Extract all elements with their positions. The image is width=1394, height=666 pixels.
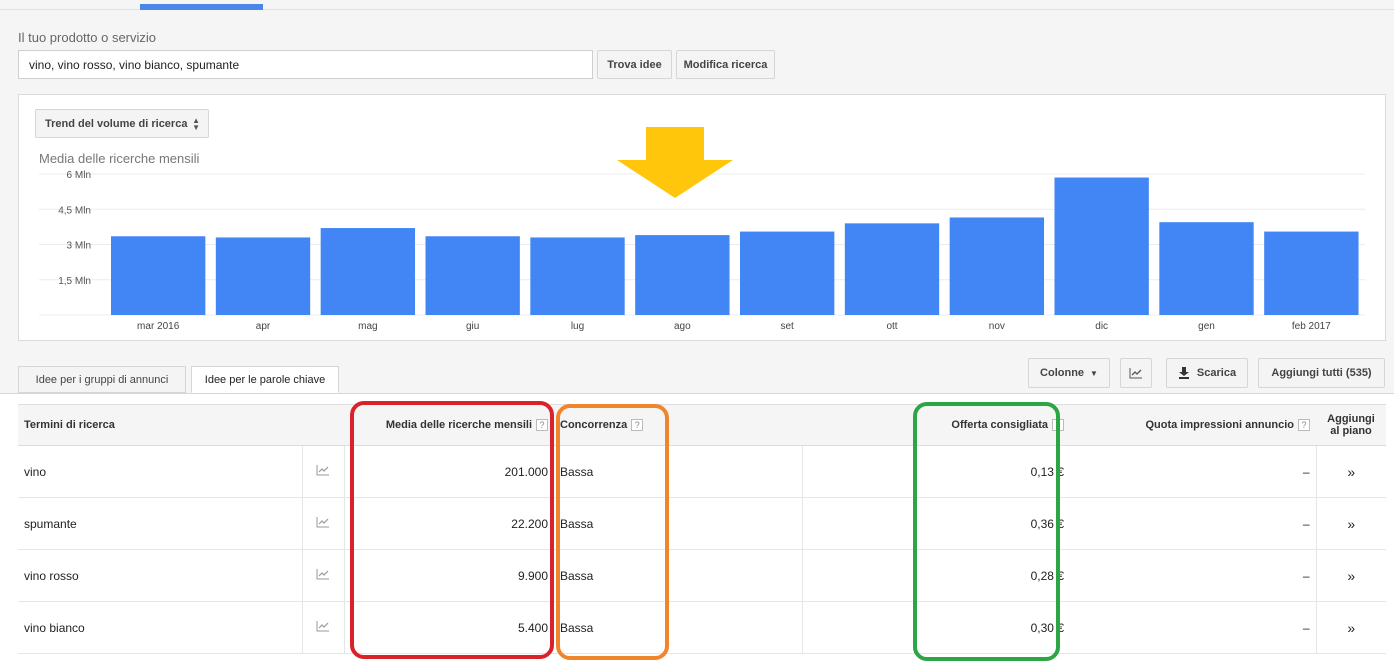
- add-all-button[interactable]: Aggiungi tutti (535): [1258, 358, 1385, 388]
- x-tick-label: feb 2017: [1292, 321, 1331, 332]
- table-row: vino rosso 9.900 Bassa 0,28 € –»: [18, 549, 1386, 602]
- columns-dropdown[interactable]: Colonne ▼: [1028, 358, 1110, 388]
- mini-trend-icon: [316, 517, 329, 528]
- keyword-ideas-table: Termini di ricerca Media delle ricerche …: [18, 404, 1386, 654]
- x-tick-label: set: [781, 321, 795, 332]
- x-tick-label: gen: [1198, 321, 1215, 332]
- line-chart-icon: [1129, 368, 1142, 379]
- chart-bar[interactable]: [844, 223, 940, 315]
- product-label: Il tuo prodotto o servizio: [18, 30, 157, 45]
- header-trend: [302, 404, 344, 446]
- cell-impression-share: –: [1070, 497, 1316, 550]
- y-tick-label: 1,5 Mln: [58, 276, 91, 287]
- download-label: Scarica: [1196, 367, 1237, 379]
- highlight-suggested-bid: [913, 402, 1060, 661]
- y-tick-label: 3 Mln: [67, 241, 91, 252]
- header-add-to-plan: Aggiungi al piano: [1316, 404, 1386, 446]
- x-tick-label: dic: [1095, 321, 1108, 332]
- chart-bars: [111, 177, 1359, 315]
- search-volume-chart-panel: Trend del volume di ricerca ▲ ▼ Media del…: [18, 94, 1386, 341]
- chart-bar[interactable]: [320, 228, 416, 315]
- cell-term: vino bianco: [18, 601, 302, 654]
- header-term[interactable]: Termini di ricerca: [18, 404, 302, 446]
- x-tick-label: apr: [256, 321, 271, 332]
- download-icon: [1178, 367, 1189, 379]
- x-tick-label: mag: [358, 321, 377, 332]
- chart-bar[interactable]: [215, 237, 311, 315]
- chart-bar[interactable]: [530, 237, 625, 315]
- chart-bar[interactable]: [740, 231, 835, 315]
- caret-down-icon: ▼: [1090, 368, 1098, 378]
- add-to-plan-button[interactable]: »: [1315, 549, 1386, 602]
- y-tick-label: 4,5 Mln: [58, 205, 91, 216]
- row-trend-button[interactable]: [301, 445, 344, 498]
- chart-bar[interactable]: [1264, 231, 1359, 315]
- x-tick-label: mar 2016: [137, 321, 180, 332]
- highlight-avg-searches: [350, 401, 554, 659]
- cell-term: spumante: [18, 497, 302, 550]
- row-trend-button[interactable]: [301, 549, 344, 602]
- columns-label: Colonne: [1040, 367, 1085, 379]
- cell-term: vino rosso: [18, 549, 302, 602]
- chart-bar[interactable]: [949, 217, 1045, 315]
- mini-trend-icon: [316, 621, 329, 632]
- search-volume-bar-chart: 1,5 Mln 3 Mln 4,5 Mln 6 Mln mar 2016 apr mag gi…: [39, 127, 1365, 332]
- chart-bar[interactable]: [1054, 177, 1149, 315]
- add-to-plan-button[interactable]: »: [1315, 445, 1386, 498]
- chart-bar[interactable]: [111, 236, 206, 315]
- row-trend-button[interactable]: [301, 601, 344, 654]
- tab-ad-group-ideas[interactable]: Idee per i gruppi di annunci: [18, 366, 186, 393]
- find-ideas-button[interactable]: Trova idee: [597, 50, 672, 79]
- x-tick-label: lug: [571, 321, 584, 332]
- x-tick-label: ott: [886, 321, 897, 332]
- row-trend-button[interactable]: [301, 497, 344, 550]
- download-button[interactable]: Scarica: [1166, 358, 1248, 388]
- cell-impression-share: –: [1070, 445, 1316, 498]
- header-impression-share[interactable]: Quota impressioni annuncio?: [1070, 404, 1316, 446]
- annotation-arrow-icon: [617, 127, 733, 198]
- add-to-plan-button[interactable]: »: [1315, 497, 1386, 550]
- chart-bar[interactable]: [635, 235, 730, 315]
- table-row: spumante 22.200 Bassa 0,36 € –»: [18, 497, 1386, 550]
- mini-trend-icon: [316, 569, 329, 580]
- chart-toggle-button[interactable]: [1120, 358, 1152, 388]
- cell-term: vino: [18, 445, 302, 498]
- x-tick-label: giu: [466, 321, 479, 332]
- y-tick-label: 6 Mln: [67, 170, 91, 181]
- help-icon[interactable]: ?: [1298, 419, 1310, 432]
- highlight-competition: [556, 404, 669, 660]
- x-tick-label: nov: [989, 321, 1005, 332]
- table-header-row: Termini di ricerca Media delle ricerche …: [18, 404, 1386, 446]
- mini-trend-icon: [316, 465, 329, 476]
- cell-impression-share: –: [1070, 549, 1316, 602]
- modify-search-button[interactable]: Modifica ricerca: [676, 50, 775, 79]
- chart-bar[interactable]: [425, 236, 520, 315]
- add-to-plan-button[interactable]: »: [1315, 601, 1386, 654]
- table-row: vino 201.000 Bassa 0,13 € –»: [18, 445, 1386, 498]
- tab-keyword-ideas[interactable]: Idee per le parole chiave: [191, 366, 339, 393]
- product-search-input[interactable]: [18, 50, 593, 79]
- chart-bar[interactable]: [1159, 222, 1254, 315]
- active-tab-indicator: [140, 4, 263, 10]
- x-tick-label: ago: [674, 321, 691, 332]
- table-row: vino bianco 5.400 Bassa 0,30 € –»: [18, 601, 1386, 654]
- cell-impression-share: –: [1070, 601, 1316, 654]
- top-tab-bar: [0, 0, 1394, 10]
